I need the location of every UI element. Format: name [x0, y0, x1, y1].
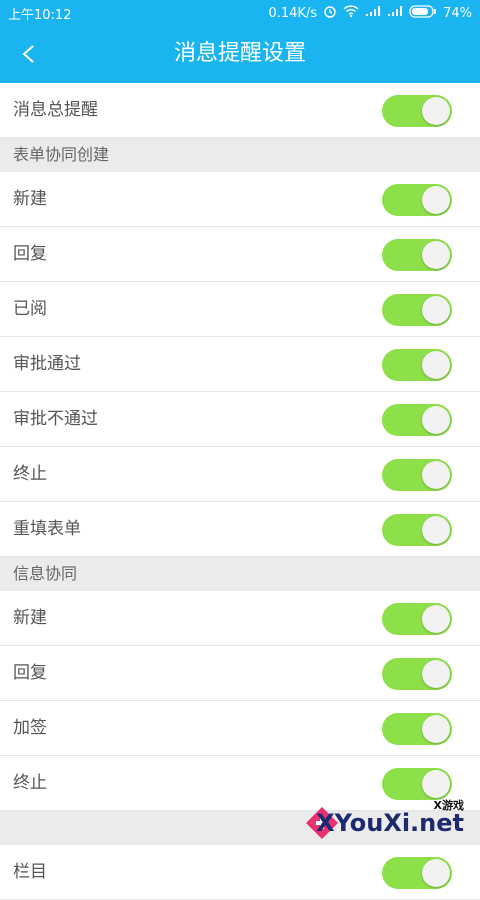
toggle-knob [422, 97, 450, 125]
toggle-knob [422, 660, 450, 688]
setting-label: 审批通过 [13, 354, 81, 374]
status-right: 0.14K/s 74% [268, 4, 472, 22]
setting-toggle[interactable] [382, 294, 452, 326]
setting-label: 重填表单 [13, 519, 81, 539]
setting-label: 回复 [13, 244, 47, 264]
watermark-main-text: XYouXi.net [316, 809, 464, 837]
setting-row: 终止 [0, 447, 480, 502]
setting-label: 回复 [13, 663, 47, 683]
network-speed: 0.14K/s [268, 5, 318, 21]
master-toggle[interactable] [382, 95, 452, 127]
signal-icon [365, 5, 381, 21]
nav-bar: 消息提醒设置 [0, 24, 480, 83]
toggle-knob [422, 605, 450, 633]
setting-label: 终止 [13, 464, 47, 484]
setting-row: 栏目 [0, 845, 480, 900]
toggle-knob [422, 406, 450, 434]
setting-row: 回复 [0, 227, 480, 282]
setting-toggle[interactable] [382, 184, 452, 216]
toggle-knob [422, 516, 450, 544]
setting-label: 审批不通过 [13, 409, 98, 429]
setting-toggle[interactable] [382, 514, 452, 546]
setting-label: 新建 [13, 189, 47, 209]
setting-row: 回复 [0, 646, 480, 701]
setting-toggle[interactable] [382, 768, 452, 800]
setting-toggle[interactable] [382, 857, 452, 889]
setting-label: 加签 [13, 718, 47, 738]
setting-toggle[interactable] [382, 713, 452, 745]
toggle-knob [422, 859, 450, 887]
setting-label: 已阅 [13, 299, 47, 319]
alarm-icon [323, 4, 337, 22]
setting-row: 新建 [0, 172, 480, 227]
setting-label: 终止 [13, 773, 47, 793]
setting-label: 消息总提醒 [13, 100, 98, 120]
toggle-knob [422, 770, 450, 798]
setting-label: 新建 [13, 608, 47, 628]
section-header: 信息协同 [0, 557, 480, 591]
toggle-knob [422, 241, 450, 269]
setting-row: 加签 [0, 701, 480, 756]
setting-row: 新建 [0, 591, 480, 646]
setting-toggle[interactable] [382, 459, 452, 491]
setting-row-master: 消息总提醒 [0, 83, 480, 138]
battery-level: 74% [443, 5, 472, 21]
wifi-icon [343, 4, 359, 22]
watermark: X游戏 XYouXi.net [304, 797, 474, 847]
toggle-knob [422, 461, 450, 489]
setting-toggle[interactable] [382, 603, 452, 635]
signal-icon [387, 5, 403, 21]
setting-toggle[interactable] [382, 349, 452, 381]
settings-list: 消息总提醒 表单协同创建 新建 回复 已阅 审批通过 审批不通过 终止 重填表单… [0, 83, 480, 900]
setting-row: 审批通过 [0, 337, 480, 392]
battery-icon [409, 4, 437, 22]
setting-toggle[interactable] [382, 404, 452, 436]
setting-label: 栏目 [13, 862, 47, 882]
toggle-knob [422, 186, 450, 214]
setting-row: 已阅 [0, 282, 480, 337]
toggle-knob [422, 296, 450, 324]
setting-row: 审批不通过 [0, 392, 480, 447]
status-time: 上午10:12 [8, 8, 72, 23]
setting-row: 重填表单 [0, 502, 480, 557]
toggle-knob [422, 351, 450, 379]
setting-toggle[interactable] [382, 239, 452, 271]
setting-toggle[interactable] [382, 658, 452, 690]
status-bar: 上午10:12 0.14K/s 74% [0, 0, 480, 24]
page-title: 消息提醒设置 [173, 41, 306, 66]
toggle-knob [422, 715, 450, 743]
section-header: 表单协同创建 [0, 138, 480, 172]
